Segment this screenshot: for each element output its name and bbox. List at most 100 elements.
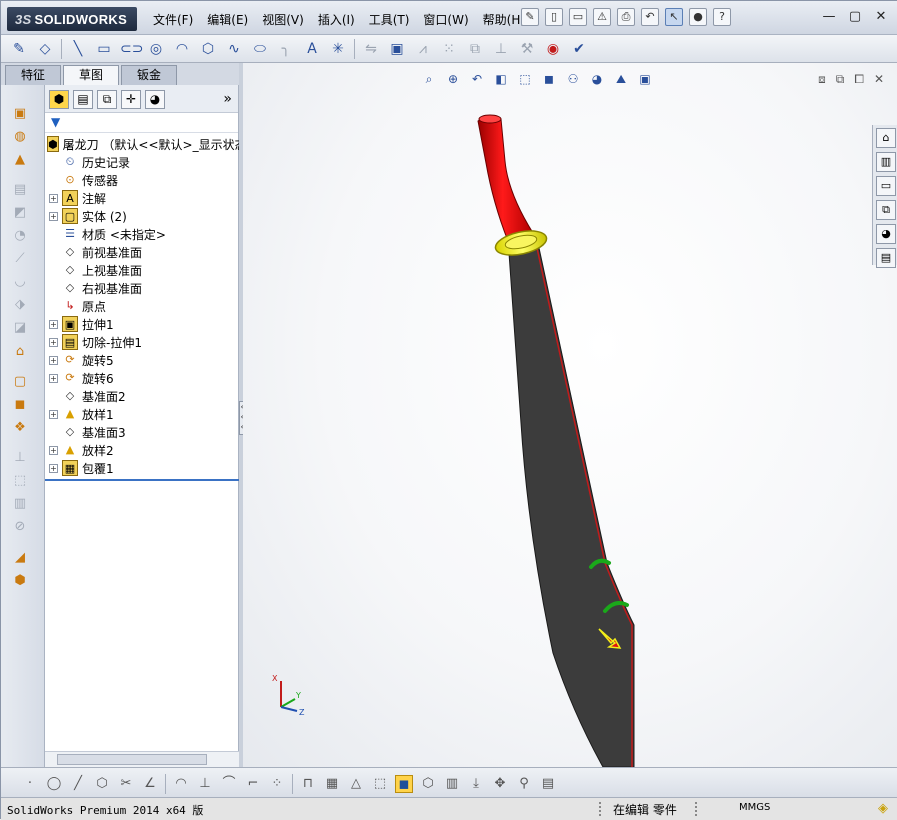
- help-icon[interactable]: ?: [713, 8, 731, 26]
- dimxpert-tab-icon[interactable]: ✛: [121, 90, 141, 109]
- tree-item-loft2[interactable]: + ▲ 放样2: [45, 441, 238, 459]
- scrollbar-thumb[interactable]: [57, 754, 207, 765]
- point-icon[interactable]: ✳: [328, 39, 348, 59]
- expand-icon[interactable]: +: [49, 373, 58, 383]
- tree-item-extrude1[interactable]: + ▣ 拉伸1: [45, 315, 238, 333]
- reference-geometry-icon[interactable]: ⌂: [11, 343, 29, 361]
- tree-item-origin[interactable]: ↳ 原点: [45, 297, 238, 315]
- instant3d-icon[interactable]: ◼: [11, 396, 29, 414]
- menu-edit[interactable]: 编辑(E): [200, 11, 255, 28]
- mirror-icon[interactable]: ⇋: [361, 39, 381, 59]
- tree-item-plane3[interactable]: ◇ 基准面3: [45, 423, 238, 441]
- convert-entities-icon[interactable]: ▣: [387, 39, 407, 59]
- move-icon[interactable]: ✥: [491, 775, 509, 793]
- tree-item-revolve5[interactable]: + ⟳ 旋转5: [45, 351, 238, 369]
- expand-icon[interactable]: +: [49, 355, 58, 365]
- open-folder-icon[interactable]: ▭: [569, 8, 587, 26]
- camera-icon[interactable]: ⚲: [515, 775, 533, 793]
- corner-icon[interactable]: ⌐: [244, 775, 262, 793]
- tree-item-wrap1[interactable]: + ▦ 包覆1: [45, 459, 238, 477]
- revolved-boss-icon[interactable]: ◍: [11, 128, 29, 146]
- tree-item-loft1[interactable]: + ▲ 放样1: [45, 405, 238, 423]
- new-document-icon[interactable]: ▯: [545, 8, 563, 26]
- triangle-icon[interactable]: △: [347, 775, 365, 793]
- move-entities-icon[interactable]: ⧉: [465, 39, 485, 59]
- expand-icon[interactable]: +: [49, 193, 58, 203]
- expand-icon[interactable]: +: [49, 445, 58, 455]
- table-icon[interactable]: ▤: [539, 775, 557, 793]
- display-manager-tab-icon[interactable]: ◕: [145, 90, 165, 109]
- arc-icon[interactable]: ◠: [172, 775, 190, 793]
- grid-snap-icon[interactable]: ⁘: [268, 775, 286, 793]
- menu-view[interactable]: 视图(V): [255, 11, 311, 28]
- trim-icon[interactable]: ✂: [117, 775, 135, 793]
- chevron-right-icon[interactable]: »: [223, 91, 232, 107]
- select-cursor-icon[interactable]: ↖: [665, 8, 683, 26]
- normal-to-icon[interactable]: ⤓: [467, 775, 485, 793]
- extruded-boss-icon[interactable]: ▣: [11, 105, 29, 123]
- expand-icon[interactable]: +: [49, 319, 58, 329]
- perpendicular-icon[interactable]: ⊥: [196, 775, 214, 793]
- graphics-area[interactable]: ⌕ ⊕ ↶ ◧ ⬚ ◼ ⚇ ◕ ⛰ ▣ ⧈ ⧉ ⧠ ✕ ⌂ ▥ ▭ ⧉ ◕ ▤: [243, 63, 897, 767]
- chamfer-icon[interactable]: ⬗: [11, 296, 29, 314]
- hole-wizard-icon[interactable]: ⊘: [11, 518, 29, 536]
- spline-icon[interactable]: ∿: [224, 39, 244, 59]
- undo-icon[interactable]: ↶: [641, 8, 659, 26]
- ellipse-icon[interactable]: ⬭: [250, 39, 270, 59]
- curves-icon[interactable]: ▢: [11, 373, 29, 391]
- expand-icon[interactable]: +: [49, 463, 58, 473]
- quick-snaps-icon[interactable]: ◉: [543, 39, 563, 59]
- tangent-icon[interactable]: ⌒: [220, 775, 238, 793]
- grid-icon[interactable]: ▦: [323, 775, 341, 793]
- tree-item-history[interactable]: ⏲ 历史记录: [45, 153, 238, 171]
- blade-model[interactable]: [243, 63, 897, 767]
- horizontal-scrollbar[interactable]: [45, 751, 239, 767]
- section-icon[interactable]: ▥: [443, 775, 461, 793]
- tree-item-annotations[interactable]: + A 注解: [45, 189, 238, 207]
- line-icon[interactable]: ╱: [69, 775, 87, 793]
- linear-pattern-icon[interactable]: ⁙: [439, 39, 459, 59]
- traffic-light-icon[interactable]: ●: [689, 8, 707, 26]
- tree-item-right-plane[interactable]: ◇ 右视基准面: [45, 279, 238, 297]
- lofted-boss-icon[interactable]: ▲: [11, 151, 29, 169]
- tree-item-material[interactable]: ☰ 材质 <未指定>: [45, 225, 238, 243]
- configuration-manager-tab-icon[interactable]: ⧉: [97, 90, 117, 109]
- circle-icon[interactable]: ◎: [146, 39, 166, 59]
- linear-pattern-feature-icon[interactable]: ❖: [11, 419, 29, 437]
- revolved-cut-icon[interactable]: ◩: [11, 204, 29, 222]
- line-icon[interactable]: ╲: [68, 39, 88, 59]
- tree-item-sensors[interactable]: ⊙ 传感器: [45, 171, 238, 189]
- repair-sketch-icon[interactable]: ⚒: [517, 39, 537, 59]
- angle-icon[interactable]: ∠: [141, 775, 159, 793]
- filter-icon[interactable]: ▼: [45, 113, 238, 133]
- extruded-cut-icon[interactable]: ▤: [11, 181, 29, 199]
- feature-tree-tab-icon[interactable]: ⬢: [49, 90, 69, 109]
- menu-tools[interactable]: 工具(T): [362, 11, 417, 28]
- pin-icon[interactable]: ✎: [521, 8, 539, 26]
- swept-cut-icon[interactable]: ◔: [11, 227, 29, 245]
- tab-sketch[interactable]: 草图: [63, 65, 119, 85]
- expand-icon[interactable]: +: [49, 211, 58, 221]
- tree-item-front-plane[interactable]: ◇ 前视基准面: [45, 243, 238, 261]
- polygon-icon[interactable]: ⬡: [198, 39, 218, 59]
- unit-system[interactable]: MMGS: [739, 802, 770, 813]
- solidworks-logo[interactable]: 3S SOLIDWORKS: [7, 7, 137, 31]
- smart-dimension-icon[interactable]: ◇: [35, 39, 55, 59]
- arc-icon[interactable]: ◠: [172, 39, 192, 59]
- rapid-sketch-icon[interactable]: ✔: [569, 39, 589, 59]
- tree-item-cut-extrude1[interactable]: + ▤ 切除-拉伸1: [45, 333, 238, 351]
- fillet-icon[interactable]: ╮: [276, 39, 296, 59]
- maximize-icon[interactable]: ▢: [846, 9, 864, 25]
- rectangle-icon[interactable]: ▭: [94, 39, 114, 59]
- offset-icon[interactable]: ⩘: [413, 39, 433, 59]
- point-icon[interactable]: ·: [21, 775, 39, 793]
- dome-icon[interactable]: ◢: [11, 549, 29, 567]
- menu-insert[interactable]: 插入(I): [311, 11, 362, 28]
- shell-icon[interactable]: ⬚: [11, 472, 29, 490]
- display-relations-icon[interactable]: ⊥: [491, 39, 511, 59]
- expand-icon[interactable]: +: [49, 409, 58, 419]
- minimize-icon[interactable]: —: [820, 9, 838, 25]
- lofted-cut-icon[interactable]: ⟋: [11, 250, 29, 268]
- tab-sheet-metal[interactable]: 钣金: [121, 65, 177, 85]
- menu-file[interactable]: 文件(F): [146, 11, 200, 28]
